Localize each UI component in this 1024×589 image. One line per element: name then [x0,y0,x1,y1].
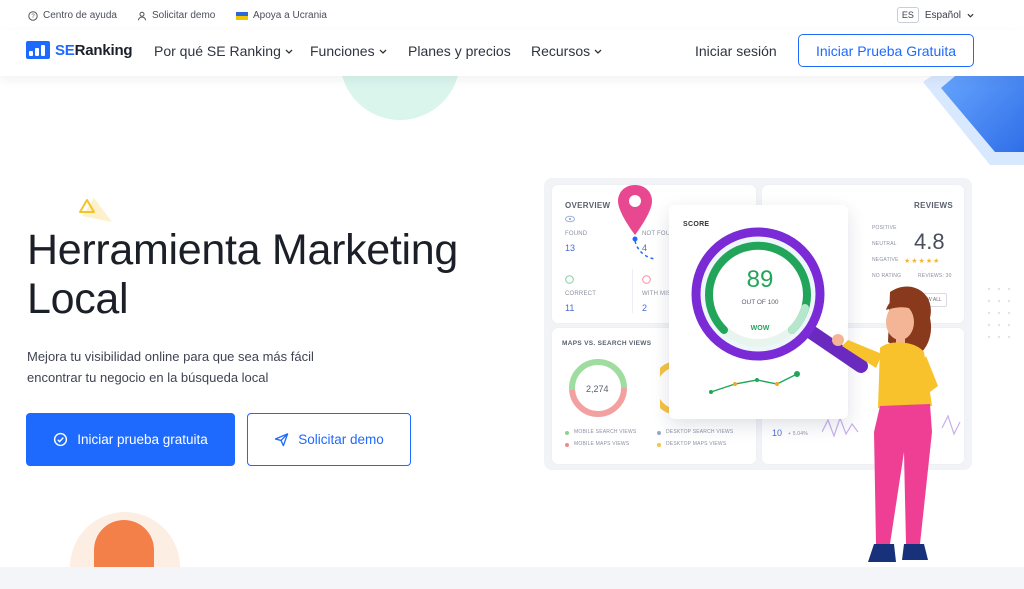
support-ukraine-label: Apoya a Ucrania [253,10,327,21]
divider [632,269,633,313]
hero-subtitle: Mejora tu visibilidad online para que se… [27,349,314,385]
score-out-of: OUT OF 100 [741,299,779,306]
nav-item-label: Por qué SE Ranking [154,43,281,59]
logo-ranking: Ranking [74,41,133,59]
positive-label: POSITIVE [872,225,897,231]
start-free-trial-label: Iniciar prueba gratuita [77,432,208,447]
request-demo-label: Solicitar demo [298,432,384,447]
chevron-down-icon [594,49,602,54]
logo-text: SERanking [55,41,133,59]
woman-illustration [832,286,938,562]
correct-label: CORRECT [565,291,597,297]
chevron-down-icon [967,13,974,18]
start-trial-top-button[interactable]: Iniciar Prueba Gratuita [798,34,974,67]
legend-dot [657,431,661,435]
warning-icon [642,275,651,284]
neutral-label: NEUTRAL [872,241,897,247]
eye-icon [565,215,575,223]
calls-value: 10 [772,428,783,438]
decorative-hexagon [923,60,1024,165]
legend-desktop-search: DESKTOP SEARCH VIEWS [666,429,734,435]
reviews-title: REVIEWS [914,201,953,210]
utility-bar: ? Centro de ayuda Solicitar demo Apoya a… [0,0,1024,30]
help-label: Centro de ayuda [43,10,117,21]
logo[interactable]: SERanking [26,41,133,59]
help-icon: ? [28,10,38,21]
reviews-count: REVIEWS: 30 [918,273,952,279]
score-value: 89 [746,266,774,293]
maps-total: 2,274 [586,384,609,394]
main-nav: SERanking Por qué SE Ranking Funciones P… [0,30,1024,76]
no-rating-label: NO RATING [872,273,902,279]
login-link[interactable]: Iniciar sesión [695,43,777,59]
legend-dot [565,431,569,435]
nav-item-resources[interactable]: Recursos [531,43,602,59]
reviews-score: 4.8 [914,229,945,254]
nav-item-pricing[interactable]: Planes y precios [408,43,511,59]
logo-se: SE [55,41,75,59]
start-free-trial-button[interactable]: Iniciar prueba gratuita [26,413,235,466]
support-ukraine-link[interactable]: Apoya a Ucrania [236,10,327,21]
legend-dot [657,443,661,447]
nav-item-label: Funciones [310,43,375,59]
found-label: FOUND [565,231,588,237]
legend-dot [565,443,569,447]
legend-mobile-maps: MOBILE MAPS VIEWS [574,441,630,447]
decorative-triangle [79,198,112,222]
language-name: Español [924,9,961,21]
location-pin-icon [618,185,655,260]
request-demo-link[interactable]: Solicitar demo [137,10,215,21]
overview-title: OVERVIEW [565,201,611,210]
nav-item-label: Planes y precios [408,43,511,59]
check-circle-icon [54,432,68,447]
user-icon [137,11,147,20]
maps-title: MAPS VS. SEARCH VIEWS [562,340,652,347]
nav-item-why[interactable]: Por qué SE Ranking [154,43,293,59]
section-divider [0,567,1024,589]
help-link[interactable]: ? Centro de ayuda [28,10,117,21]
language-code: ES [896,7,919,23]
request-demo-label: Solicitar demo [152,10,216,21]
ukraine-flag-icon [236,11,248,20]
with-mistakes-value: 2 [642,303,648,313]
decorative-arch [70,512,180,567]
with-mistakes-label: WITH MIS [642,291,672,297]
legend-desktop-maps: DESKTOP MAPS VIEWS [666,441,727,447]
correct-value: 11 [565,303,575,313]
legend-mobile-search: MOBILE SEARCH VIEWS [574,429,637,435]
found-value: 13 [565,243,576,253]
score-trend-line [709,371,800,394]
send-icon [274,433,289,447]
decorative-dots [987,287,1011,339]
negative-label: NEGATIVE [872,257,899,263]
language-selector[interactable]: ES Español [896,7,974,23]
nav-item-label: Recursos [531,43,591,59]
nav-item-features[interactable]: Funciones [310,43,387,59]
chevron-down-icon [285,49,293,54]
rating-stars-icon: ★★★★★ [904,258,941,265]
hero-title: Herramienta Marketing Local [27,226,459,323]
chevron-down-icon [379,49,387,54]
logo-mark-icon [26,41,50,59]
check-icon [565,275,574,284]
request-demo-button[interactable]: Solicitar demo [247,413,411,466]
score-rating: WOW [750,325,770,332]
calls-change: + 5.04% [788,431,808,437]
